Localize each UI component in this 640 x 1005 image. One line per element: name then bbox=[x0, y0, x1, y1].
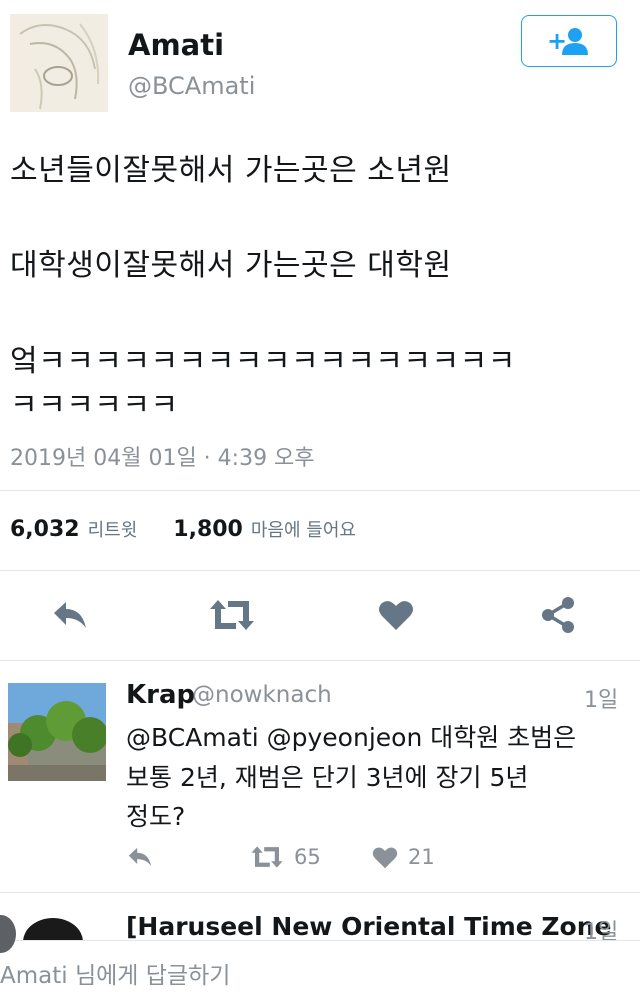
retweet-icon bbox=[251, 846, 283, 868]
divider bbox=[0, 490, 640, 491]
follow-button[interactable]: + bbox=[521, 15, 617, 67]
reply-button[interactable] bbox=[40, 590, 100, 640]
retweet-icon bbox=[210, 600, 254, 630]
share-icon bbox=[542, 597, 574, 633]
add-user-icon: + bbox=[547, 27, 588, 55]
reply-like-count: 21 bbox=[408, 845, 435, 869]
retweet-count[interactable]: 6,032 bbox=[10, 517, 80, 542]
tweet-stats: 6,032 리트윗 1,800 마음에 들어요 bbox=[10, 516, 392, 542]
reply-like-button[interactable]: 21 bbox=[372, 840, 435, 874]
reply-avatar[interactable] bbox=[8, 683, 106, 781]
retweet-button[interactable] bbox=[202, 590, 262, 640]
heart-icon bbox=[379, 601, 413, 630]
like-count[interactable]: 1,800 bbox=[173, 517, 243, 542]
tweet-text-line: 대학생이잘못해서 가는곳은 대학원 bbox=[10, 248, 452, 283]
author-handle[interactable]: @BCAmati bbox=[128, 72, 255, 100]
tweet-text-line: 엌ㅋㅋㅋㅋㅋㅋㅋㅋㅋㅋㅋㅋㅋㅋㅋㅋㅋ bbox=[10, 344, 516, 379]
reply-author-handle[interactable]: @nowknach bbox=[192, 682, 332, 708]
reply-icon bbox=[54, 602, 86, 628]
author-avatar[interactable] bbox=[10, 14, 108, 112]
tweet-timestamp: 2019년 04월 01일 · 4:39 오후 bbox=[10, 446, 315, 471]
reply-input-placeholder[interactable]: Amati 님에게 답글하기 bbox=[0, 956, 230, 990]
divider bbox=[0, 570, 640, 571]
reply-retweet-count: 65 bbox=[294, 845, 321, 869]
next-tweet-time: 1일 bbox=[584, 920, 619, 940]
like-label[interactable]: 마음에 들어요 bbox=[251, 520, 356, 541]
retweet-label[interactable]: 리트윗 bbox=[88, 520, 138, 541]
heart-icon bbox=[372, 846, 398, 868]
next-tweet[interactable]: [Haruseel New Oriental Time Zone 1일 bbox=[0, 900, 640, 940]
author-name[interactable]: Amati bbox=[128, 28, 224, 62]
reply-time: 1일 bbox=[584, 688, 619, 713]
tweet-text-line: ㅋㅋㅋㅋㅋㅋ bbox=[10, 388, 179, 423]
reply-reply-button[interactable] bbox=[126, 840, 154, 874]
reply-author-name[interactable]: Krap bbox=[126, 680, 195, 710]
reply-text-line: 정도? bbox=[126, 802, 186, 831]
divider bbox=[0, 892, 640, 893]
divider bbox=[0, 660, 640, 661]
next-tweet-author[interactable]: [Haruseel New Oriental Time Zone bbox=[126, 912, 611, 940]
reply-text-line: @BCAmati @pyeonjeon 대학원 초범은 bbox=[126, 723, 577, 752]
share-button[interactable] bbox=[528, 590, 588, 640]
reply-text-line: 보통 2년, 재범은 단기 3년에 장기 5년 bbox=[126, 763, 529, 792]
reply-retweet-button[interactable]: 65 bbox=[250, 840, 321, 874]
reply-icon bbox=[128, 847, 152, 867]
next-tweet-avatar bbox=[23, 918, 83, 940]
like-button[interactable] bbox=[366, 590, 426, 640]
tweet-text-line: 소년들이잘못해서 가는곳은 소년원 bbox=[10, 153, 452, 188]
